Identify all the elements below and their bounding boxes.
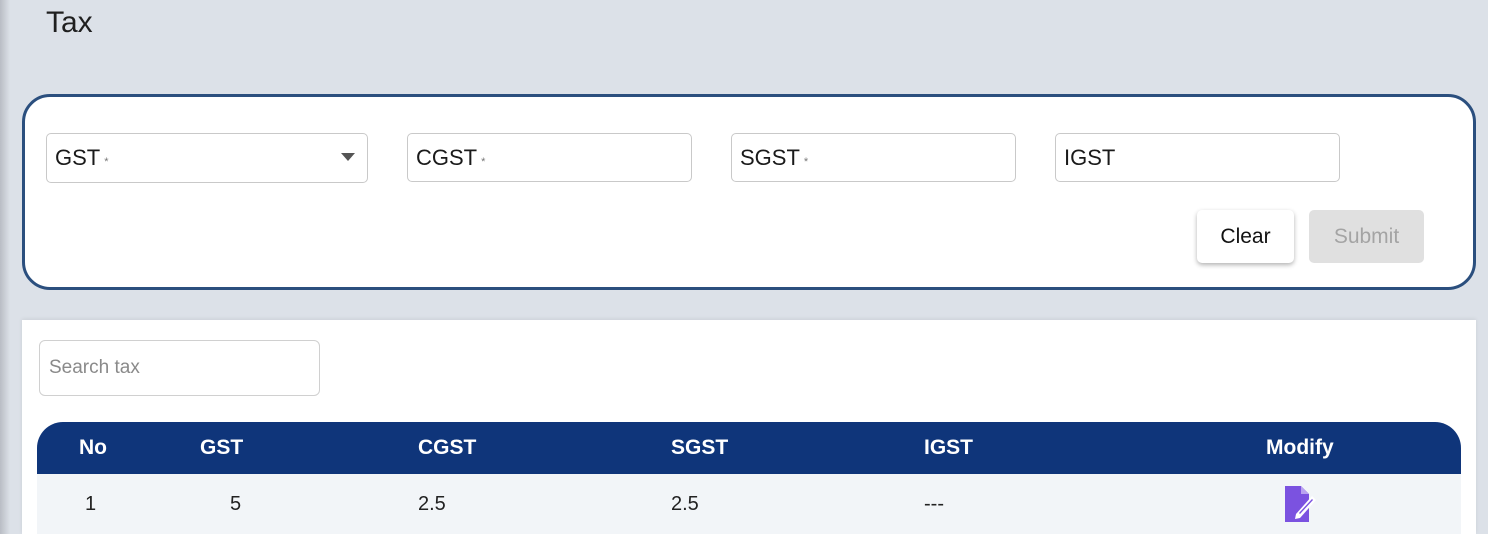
- table-row: 1 5 2.5 2.5 ---: [37, 474, 1461, 534]
- cgst-required-mark: *: [481, 155, 486, 168]
- search-input[interactable]: [39, 340, 320, 396]
- submit-button[interactable]: Submit: [1309, 210, 1424, 263]
- chevron-down-icon[interactable]: [341, 153, 355, 161]
- cgst-field[interactable]: CGST *: [407, 133, 692, 182]
- clear-button[interactable]: Clear: [1197, 210, 1294, 263]
- gst-select[interactable]: GST *: [46, 133, 368, 183]
- tax-form-card: GST * CGST * SGST * IGST Clear Submit: [22, 94, 1476, 290]
- edit-icon[interactable]: [1281, 484, 1319, 524]
- gst-label: GST: [55, 145, 101, 170]
- gst-required-mark: *: [104, 156, 109, 168]
- cell-gst: 5: [230, 492, 242, 515]
- cgst-label: CGST: [416, 144, 478, 170]
- left-edge-shadow: [0, 0, 10, 534]
- cell-sgst: 2.5: [671, 492, 699, 515]
- cell-cgst: 2.5: [418, 492, 446, 515]
- igst-label: IGST: [1064, 144, 1116, 170]
- cell-no: 1: [85, 492, 97, 515]
- sgst-label: SGST: [740, 144, 800, 170]
- header-igst: IGST: [924, 436, 974, 459]
- header-modify: Modify: [1266, 436, 1334, 459]
- sgst-field[interactable]: SGST *: [731, 133, 1016, 182]
- header-sgst: SGST: [671, 436, 729, 459]
- tax-list-card: No GST CGST SGST IGST Modify 1 5 2.5 2.5…: [22, 320, 1476, 534]
- igst-field[interactable]: IGST: [1055, 133, 1340, 182]
- cell-igst: ---: [924, 492, 944, 515]
- header-cgst: CGST: [418, 436, 477, 459]
- header-gst: GST: [200, 436, 244, 459]
- table-header: No GST CGST SGST IGST Modify: [37, 422, 1461, 474]
- page-title: Tax: [46, 6, 93, 39]
- header-no: No: [79, 436, 107, 459]
- sgst-required-mark: *: [803, 155, 809, 168]
- modify-cell: [1281, 474, 1319, 534]
